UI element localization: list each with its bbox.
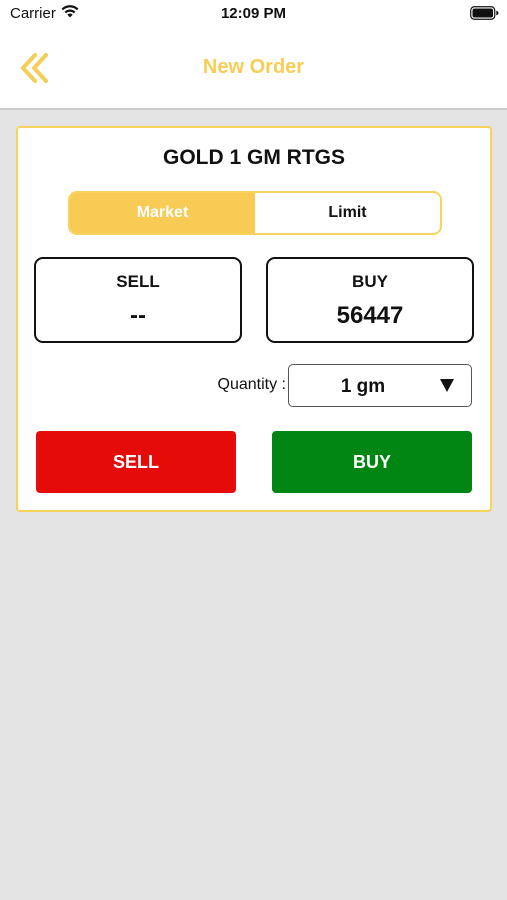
tab-limit[interactable]: Limit: [255, 193, 440, 233]
status-bar: Carrier 12:09 PM: [0, 0, 507, 28]
status-time: 12:09 PM: [220, 5, 287, 22]
instrument-title: GOLD 1 GM RTGS: [162, 146, 345, 169]
buy-price-label: BUY: [352, 272, 388, 291]
buy-button[interactable]: BUY: [272, 431, 472, 493]
sell-price-label: SELL: [116, 272, 160, 291]
page-title: New Order: [202, 56, 305, 78]
buy-price-value: 56447: [336, 302, 404, 329]
quantity-value: 1 gm: [340, 376, 386, 397]
header-area: Carrier 12:09 PM New Order: [0, 0, 507, 110]
sell-price-box: SELL --: [34, 257, 242, 343]
sell-button[interactable]: SELL: [36, 431, 236, 493]
quantity-dropdown[interactable]: 1 gm: [288, 364, 472, 407]
order-card: GOLD 1 GM RTGS Market Limit SELL -- BUY …: [16, 126, 492, 512]
caret-down-icon: [440, 379, 454, 392]
buy-price-box: BUY 56447: [266, 257, 474, 343]
tab-market[interactable]: Market: [70, 193, 255, 233]
quantity-label: Quantity :: [217, 376, 286, 393]
order-type-segmented-control: Market Limit: [68, 191, 442, 235]
nav-bar: New Order: [0, 28, 507, 108]
battery-icon: [470, 6, 499, 20]
sell-price-value: --: [130, 302, 146, 329]
